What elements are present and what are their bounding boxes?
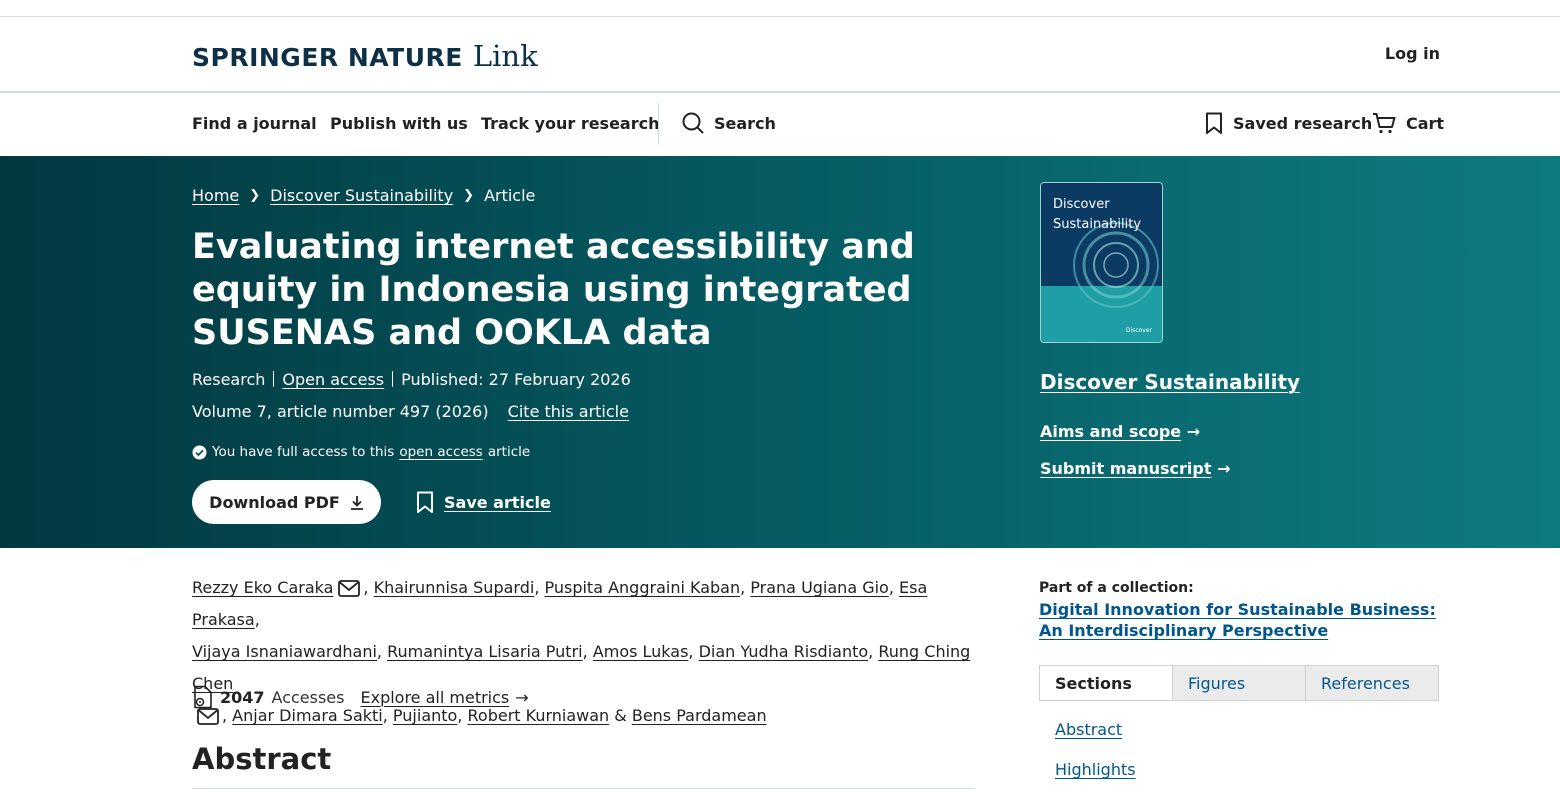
cover-title: Discover Sustainability (1053, 195, 1141, 235)
mail-icon[interactable] (338, 580, 361, 597)
save-article-label: Save article (444, 493, 551, 512)
breadcrumb-current: Article (484, 186, 536, 205)
logo-sub: Link (472, 39, 538, 73)
cart-icon (1373, 113, 1396, 134)
journal-cover[interactable]: Discover Sustainability Discover (1040, 182, 1163, 343)
collection-label: Part of a collection: (1039, 580, 1194, 596)
search-button[interactable]: Search (682, 112, 776, 134)
login-link[interactable]: Log in (1385, 44, 1440, 63)
download-pdf-button[interactable]: Download PDF (192, 480, 381, 524)
tab-references[interactable]: References (1305, 666, 1438, 700)
logo-brand: SPRINGER NATURE (192, 43, 463, 72)
nav-track-research[interactable]: Track your research (481, 114, 660, 133)
open-access-link[interactable]: Open access (282, 370, 384, 389)
article-volume: Volume 7, article number 497 (2026) (192, 402, 489, 421)
access-suffix: article (487, 444, 531, 460)
cover-publisher-logo: Discover (1125, 327, 1152, 334)
download-icon (350, 495, 363, 510)
chevron-right-icon: ❯ (249, 188, 261, 203)
access-label: Accesses (271, 687, 345, 707)
collection-box: Part of a collection: Digital Innovation… (1039, 580, 1439, 641)
author-link[interactable]: Rumanintya Lisaria Putri (387, 642, 583, 661)
aims-scope-link[interactable]: Aims and scope → (1040, 422, 1200, 441)
nav-find-journal[interactable]: Find a journal (192, 114, 317, 133)
abstract-heading: Abstract (192, 742, 332, 776)
author-link[interactable]: Puspita Anggraini Kaban (544, 578, 740, 597)
download-pdf-label: Download PDF (209, 492, 340, 512)
journal-name-link[interactable]: Discover Sustainability (1040, 370, 1300, 394)
author-link[interactable]: Dian Yudha Risdianto (699, 642, 869, 661)
nav-divider (658, 103, 659, 145)
arrow-right-icon: → (515, 687, 529, 707)
article-volume-row: Volume 7, article number 497 (2026) Cite… (192, 402, 629, 421)
aims-scope-label: Aims and scope (1040, 422, 1182, 441)
abstract-divider (192, 788, 975, 789)
section-link-highlights[interactable]: Highlights (1055, 760, 1136, 779)
chevron-right-icon: ❯ (463, 188, 475, 203)
breadcrumb-journal[interactable]: Discover Sustainability (270, 186, 453, 205)
breadcrumb: Home ❯ Discover Sustainability ❯ Article (192, 186, 535, 205)
metrics-row: 2047 Accesses Explore all metrics → (192, 685, 529, 709)
search-label: Search (714, 113, 776, 133)
breadcrumb-home[interactable]: Home (192, 186, 239, 205)
save-article-button[interactable]: Save article (416, 491, 551, 514)
bookmark-icon (1206, 112, 1222, 134)
access-count: 2047 (220, 687, 265, 707)
access-prefix: You have full access to this (212, 444, 395, 460)
cart-link[interactable]: Cart (1372, 112, 1444, 134)
article-hero: Home ❯ Discover Sustainability ❯ Article… (0, 156, 1560, 548)
access-open-access-link[interactable]: open access (399, 444, 482, 460)
arrow-right-icon: → (1186, 422, 1201, 441)
article-title: Evaluating internet accessibility and eq… (192, 227, 915, 353)
saved-research-link[interactable]: Saved research (1205, 112, 1372, 135)
cart-label: Cart (1406, 113, 1445, 133)
sidebar-tabs: Sections Figures References (1039, 665, 1439, 701)
author-link[interactable]: Amos Lukas (593, 642, 689, 661)
submit-manuscript-label: Submit manuscript (1040, 459, 1212, 478)
arrow-right-icon: → (1217, 459, 1231, 478)
tab-figures[interactable]: Figures (1172, 666, 1305, 700)
author-link[interactable]: Prana Ugiana Gio (750, 578, 889, 597)
cover-title-line2: Sustainability (1053, 217, 1142, 232)
saved-research-label: Saved research (1233, 114, 1373, 133)
published-date: Published: 27 February 2026 (401, 370, 631, 389)
check-circle-icon (192, 445, 207, 459)
meta-separator (392, 371, 394, 387)
author-link[interactable]: Bens Pardamean (632, 706, 767, 725)
meta-separator (273, 371, 275, 387)
nav-publish[interactable]: Publish with us (330, 114, 468, 133)
springer-nature-link-logo[interactable]: SPRINGER NATURE Link (192, 39, 538, 73)
site-header: SPRINGER NATURE Link Log in (0, 17, 1560, 91)
search-icon (682, 112, 704, 134)
author-link[interactable]: Khairunnisa Supardi (374, 578, 535, 597)
section-link-abstract[interactable]: Abstract (1055, 720, 1122, 739)
collection-link[interactable]: Digital Innovation for Sustainable Busin… (1039, 599, 1439, 641)
access-notice: You have full access to this open access… (192, 444, 530, 460)
tab-sections[interactable]: Sections (1040, 666, 1172, 700)
explore-metrics-link[interactable]: Explore all metrics (360, 688, 509, 707)
article-type: Research (192, 370, 266, 389)
author-link[interactable]: Vijaya Isnaniawardhani (192, 642, 377, 661)
main-nav: Find a journal Publish with us Track you… (0, 93, 1560, 156)
submit-manuscript-link[interactable]: Submit manuscript → (1040, 459, 1230, 478)
cite-article-link[interactable]: Cite this article (508, 402, 629, 421)
article-meta: Research Open access Published: 27 Februar… (192, 370, 631, 389)
bookmark-icon (417, 491, 433, 513)
document-view-icon (194, 685, 212, 709)
mail-icon[interactable] (197, 708, 219, 725)
author-link[interactable]: Rezzy Eko Caraka (192, 578, 333, 597)
cover-title-line1: Discover (1053, 197, 1110, 212)
